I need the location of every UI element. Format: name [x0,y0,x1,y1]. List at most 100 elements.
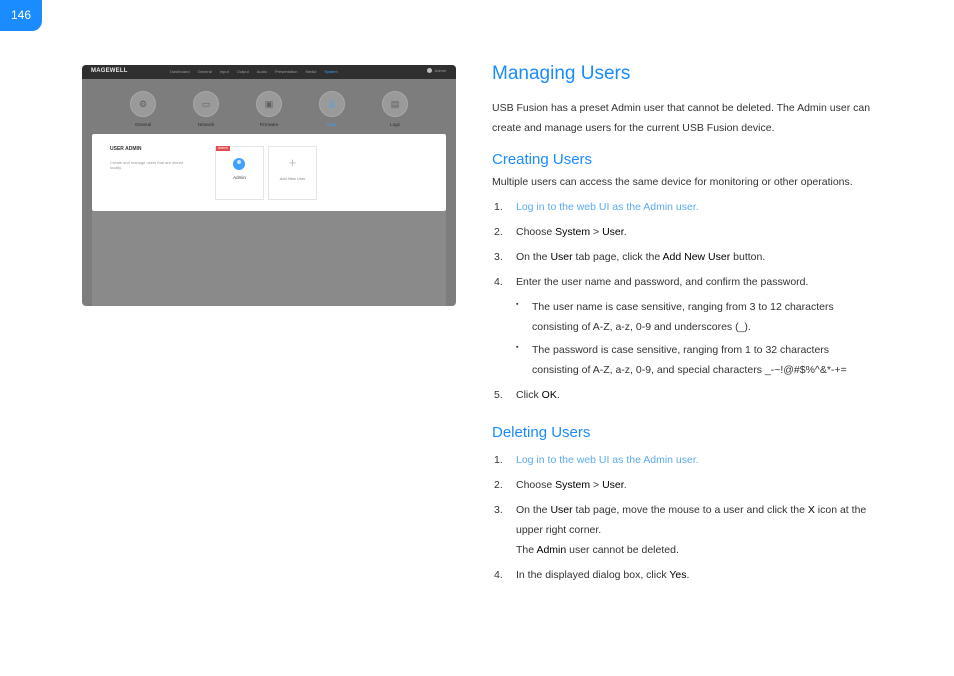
step-number: 5. [494,389,503,401]
tab-logs-label: Logs [390,122,400,127]
step-number: 2. [494,479,503,491]
ui-term: Yes [669,569,687,581]
users-icon: ♙ [319,91,345,117]
nav-output[interactable]: Output [237,69,249,74]
brand-logo: MAGEWELL [91,68,128,74]
ui-term: System [555,479,591,491]
nav-general[interactable]: General [198,69,212,74]
step-text: Enter the user name and password, and co… [516,276,809,288]
tab-network-label: Network [197,122,215,127]
tab-general-label: General [134,122,151,127]
list-item: 1. Log in to the web UI as the Admin use… [492,450,872,470]
user-name: Admin [233,175,246,180]
step-text: > [590,226,603,238]
list-item: 2. Choose System > User. [492,475,872,495]
monitor-icon: ▭ [193,91,219,117]
avatar-icon [233,158,245,170]
user-icon [426,68,432,73]
nav-system[interactable]: System [324,69,337,74]
note-text: user cannot be deleted. [566,544,679,556]
username-rule: The user name is case sensitive, ranging… [516,295,872,337]
tab-firmware[interactable]: ▣ Firmware [249,91,289,127]
text-column: Managing Users USB Fusion has a preset A… [492,58,872,585]
tab-logs[interactable]: ▤ Logs [375,91,415,127]
list-item: 4. Enter the user name and password, and… [492,272,872,380]
plus-icon: + [288,155,297,170]
ui-term: Add New User [662,251,731,263]
step-text: On the [516,504,551,516]
ui-term: OK [541,389,557,401]
creating-intro: Multiple users can access the same devic… [492,176,853,188]
add-new-user-button[interactable]: + Add New User [268,146,317,200]
list-item: 5. Click OK. [492,385,872,405]
step-text: . [686,569,690,581]
step-text: . [623,479,627,491]
clipboard-icon: ▤ [382,91,408,117]
step-number: 3. [494,504,503,516]
deleting-steps: 1. Log in to the web UI as the Admin use… [492,450,872,585]
web-ui-screenshot: MAGEWELL Dashboard General Input Output … [82,65,456,306]
tab-user[interactable]: ♙ User [312,91,352,127]
ui-term: System [555,226,591,238]
list-item: 1. Log in to the web UI as the Admin use… [492,197,872,217]
step-number: 1. [494,454,503,466]
step-number: 1. [494,201,503,213]
step-number: 3. [494,251,503,263]
list-item: 3. On the User tab page, click the Add N… [492,247,872,267]
step-text: On the [516,251,551,263]
step-text: tab page, move the mouse to a user and c… [572,504,808,516]
step-text: > [590,479,603,491]
content-area [92,211,446,306]
step-text: . [556,389,560,401]
deleting-users-heading: Deleting Users [492,424,591,441]
login-link[interactable]: Log in to the web UI as the Admin user. [516,201,699,213]
admin-user-tile[interactable]: Admin Admin [215,146,264,200]
step-text: Choose [516,226,556,238]
step-text: In the displayed dialog box, click [516,569,670,581]
login-link[interactable]: Log in to the web UI as the Admin user. [516,454,699,466]
ui-term: X [807,504,815,516]
step-text: tab page, click the [572,251,663,263]
step-number: 4. [494,276,503,288]
step-text: . [623,226,627,238]
card-description: Create and manage users that are stored … [110,160,184,170]
password-rule: The password is case sensitive, ranging … [516,338,872,380]
top-navbar: MAGEWELL Dashboard General Input Output … [82,65,456,79]
gear-icon: ⚙ [130,91,156,117]
user-menu[interactable]: Admin [426,68,446,73]
step-number: 2. [494,226,503,238]
page-number: 146 [0,0,42,31]
step-text: button. [730,251,766,263]
step-text: Choose [516,479,556,491]
main-nav: Dashboard General Input Output Audio Pre… [170,69,346,74]
chip-icon: ▣ [256,91,282,117]
list-item: 3. On the User tab page, move the mouse … [492,500,872,560]
tab-general[interactable]: ⚙ General [123,91,163,127]
system-tabs: ⚙ General ▭ Network ▣ Firmware ♙ User ▤ … [82,91,456,131]
nav-input[interactable]: Input [220,69,229,74]
nav-media[interactable]: Media [305,69,316,74]
tab-network[interactable]: ▭ Network [186,91,226,127]
note-text: The [516,544,537,556]
ui-term: Admin [536,544,567,556]
user-admin-card: USER ADMIN Create and manage users that … [92,134,446,211]
nav-presentation[interactable]: Presentation [275,69,297,74]
nav-audio[interactable]: Audio [257,69,267,74]
tab-firmware-label: Firmware [259,122,279,127]
list-item: 4. In the displayed dialog box, click Ye… [492,565,872,585]
step-number: 4. [494,569,503,581]
intro-paragraph: USB Fusion has a preset Admin user that … [492,102,871,134]
tab-user-label: User [327,122,337,127]
admin-badge: Admin [216,146,230,151]
creating-users-heading: Creating Users [492,151,593,168]
creating-steps: 1. Log in to the web UI as the Admin use… [492,197,872,405]
password-rules: The user name is case sensitive, ranging… [516,295,872,380]
ui-term: User [550,504,573,516]
ui-term: User [602,479,624,491]
list-item: 2. Choose System > User. [492,222,872,242]
card-title: USER ADMIN [110,146,142,152]
nav-dashboard[interactable]: Dashboard [170,69,190,74]
page-title: Managing Users [492,63,631,84]
user-menu-label: Admin [434,68,446,73]
ui-term: User [602,226,624,238]
